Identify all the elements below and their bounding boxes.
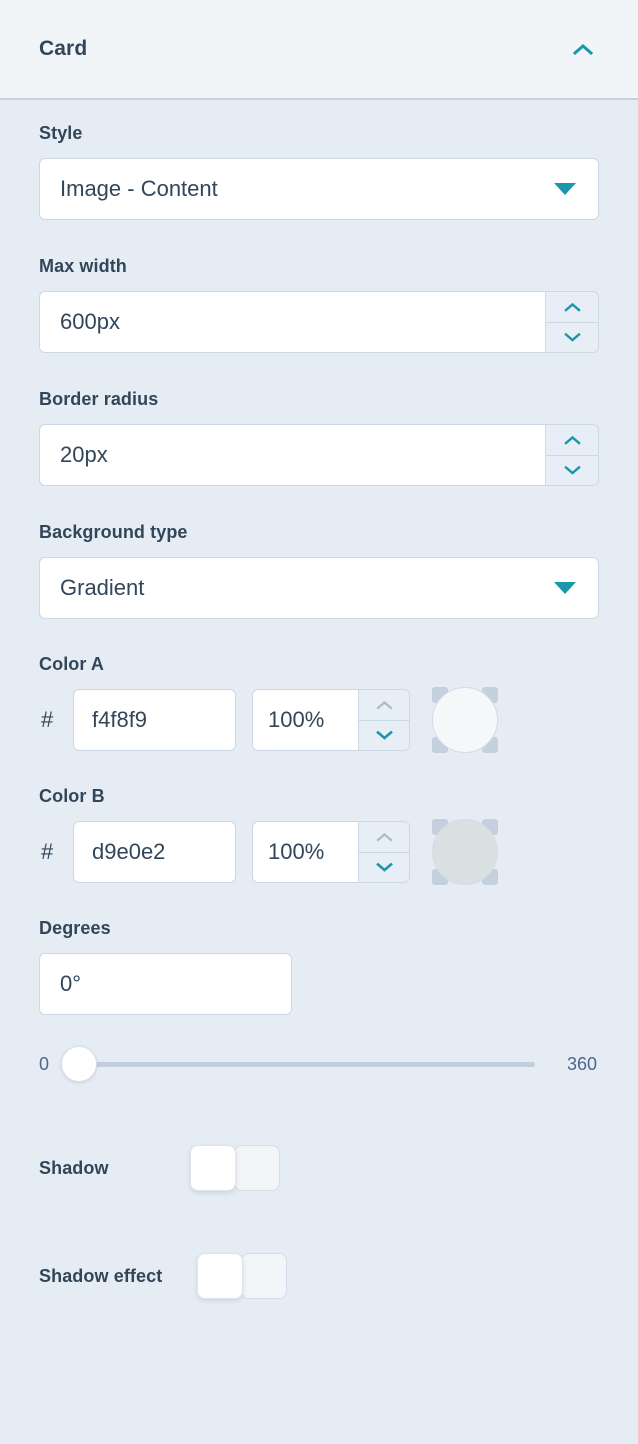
- chevron-up-icon: [573, 44, 593, 55]
- color-a-hex-input[interactable]: f4f8f9: [73, 689, 236, 751]
- shadow-toggle-knob: [189, 1145, 236, 1191]
- field-color-b: Color B # d9e0e2 100%: [39, 751, 599, 885]
- slider-thumb[interactable]: [61, 1046, 97, 1082]
- caret-down-icon: [554, 183, 576, 195]
- background-type-select[interactable]: Gradient: [39, 557, 599, 619]
- max-width-stepper: 600px: [39, 291, 599, 353]
- color-b-hex-input[interactable]: d9e0e2: [73, 821, 236, 883]
- border-radius-stepper: 20px: [39, 424, 599, 486]
- shadow-effect-toggle-slot: [241, 1253, 288, 1299]
- color-a-alpha-buttons: [359, 689, 410, 751]
- chevron-down-icon: [375, 862, 393, 872]
- max-width-decrement-button[interactable]: [546, 322, 598, 352]
- field-border-radius: Border radius 20px: [39, 353, 599, 486]
- chevron-down-icon: [563, 466, 581, 475]
- border-radius-input[interactable]: 20px: [39, 424, 546, 486]
- background-type-select-value: Gradient: [60, 575, 145, 600]
- color-b-alpha-increment-button[interactable]: [359, 822, 409, 853]
- color-a-hash-prefix: #: [41, 707, 54, 732]
- shadow-toggle[interactable]: [189, 1145, 280, 1191]
- field-shadow-effect: Shadow effect: [39, 1253, 599, 1299]
- max-width-stepper-buttons: [546, 291, 599, 353]
- card-settings-panel: Card Style Image - Content Max width 600…: [0, 0, 638, 1444]
- color-b-swatch[interactable]: [432, 819, 498, 885]
- field-degrees: Degrees 0° 0 360: [39, 883, 599, 1087]
- max-width-input[interactable]: 600px: [39, 291, 546, 353]
- border-radius-increment-button[interactable]: [546, 425, 598, 456]
- field-background-type: Background type Gradient: [39, 486, 599, 619]
- color-a-label: Color A: [39, 654, 105, 674]
- color-b-row: # d9e0e2 100%: [39, 819, 599, 885]
- shadow-toggle-slot: [233, 1145, 280, 1191]
- style-select[interactable]: Image - Content: [39, 158, 599, 220]
- max-width-increment-button[interactable]: [546, 292, 598, 323]
- color-b-alpha-stepper: 100%: [252, 821, 410, 883]
- color-b-hash-prefix: #: [41, 839, 54, 864]
- border-radius-label: Border radius: [39, 389, 159, 409]
- color-a-alpha-decrement-button[interactable]: [359, 720, 409, 750]
- degrees-label: Degrees: [39, 918, 111, 938]
- shadow-label: Shadow: [39, 1157, 109, 1178]
- panel-body: Style Image - Content Max width 600px Bo…: [0, 100, 638, 1299]
- degrees-slider: 0 360: [39, 1041, 599, 1087]
- style-select-value: Image - Content: [60, 176, 218, 201]
- background-type-label: Background type: [39, 522, 188, 542]
- collapse-panel-button[interactable]: [564, 30, 602, 68]
- color-b-alpha-decrement-button[interactable]: [359, 852, 409, 882]
- chevron-down-icon: [563, 333, 581, 342]
- slider-track: [61, 1061, 535, 1067]
- field-color-a: Color A # f4f8f9 100%: [39, 619, 599, 753]
- style-label: Style: [39, 123, 83, 143]
- degrees-input[interactable]: 0°: [39, 953, 292, 1015]
- chevron-up-icon: [563, 302, 581, 312]
- chevron-down-icon: [375, 730, 393, 740]
- field-style: Style Image - Content: [39, 100, 599, 220]
- caret-down-icon: [554, 582, 576, 594]
- slider-max-label: 360: [566, 1053, 597, 1074]
- border-radius-decrement-button[interactable]: [546, 455, 598, 485]
- border-radius-stepper-buttons: [546, 424, 599, 486]
- chevron-up-icon: [375, 832, 393, 842]
- color-b-alpha-input[interactable]: 100%: [252, 821, 359, 883]
- shadow-effect-toggle-knob: [197, 1253, 244, 1299]
- chevron-up-icon: [563, 435, 581, 445]
- page-title: Card: [39, 37, 88, 60]
- max-width-label: Max width: [39, 256, 127, 276]
- color-b-swatch-circle: [432, 819, 498, 885]
- color-b-alpha-buttons: [359, 821, 410, 883]
- color-a-row: # f4f8f9 100%: [39, 687, 599, 753]
- color-a-alpha-increment-button[interactable]: [359, 690, 409, 721]
- shadow-effect-label: Shadow effect: [39, 1265, 163, 1286]
- color-a-swatch[interactable]: [432, 687, 498, 753]
- chevron-up-icon: [375, 700, 393, 710]
- slider-min-label: 0: [39, 1053, 50, 1074]
- color-a-alpha-input[interactable]: 100%: [252, 689, 359, 751]
- shadow-effect-toggle[interactable]: [197, 1253, 288, 1299]
- color-a-swatch-circle: [432, 687, 498, 753]
- slider-track-area[interactable]: [61, 1045, 545, 1083]
- color-a-alpha-stepper: 100%: [252, 689, 410, 751]
- field-shadow: Shadow: [39, 1145, 599, 1191]
- field-max-width: Max width 600px: [39, 220, 599, 353]
- panel-header: Card: [0, 0, 638, 100]
- color-b-label: Color B: [39, 786, 105, 806]
